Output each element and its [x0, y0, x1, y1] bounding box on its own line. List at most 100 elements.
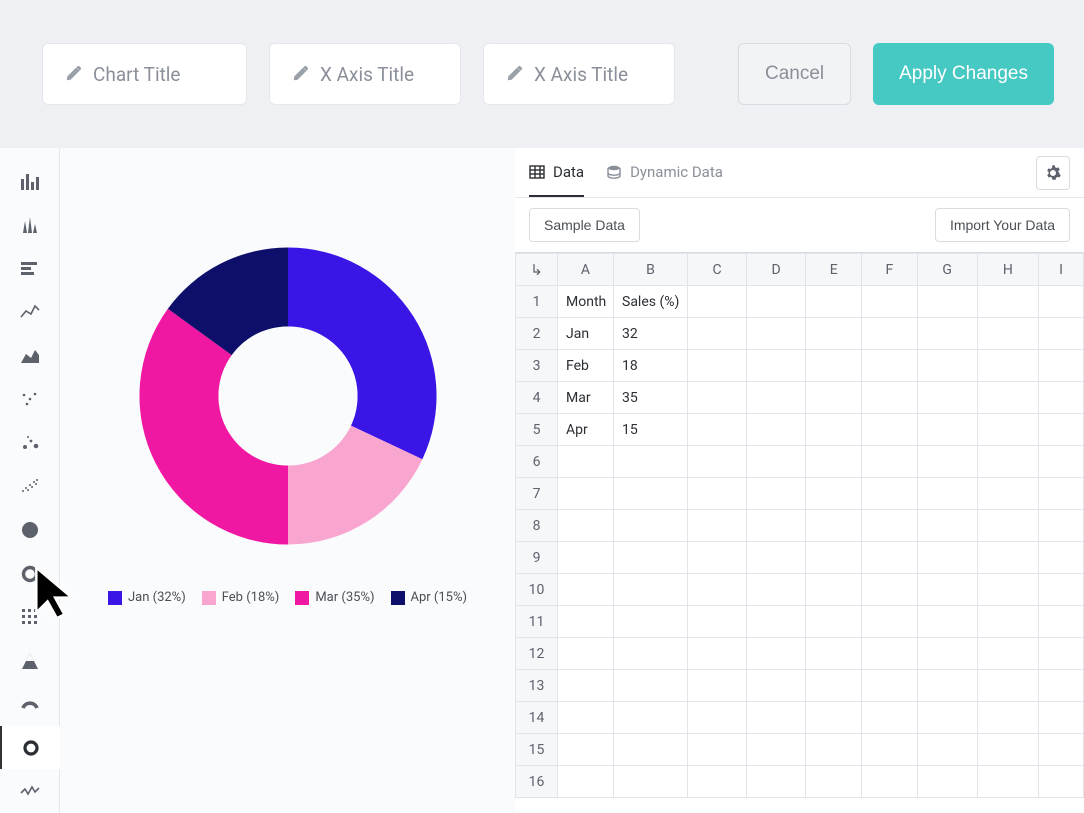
cell[interactable] — [917, 670, 977, 702]
cell[interactable] — [862, 670, 917, 702]
chart-type-pie[interactable] — [0, 508, 60, 552]
cell[interactable] — [977, 510, 1038, 542]
cell[interactable] — [747, 350, 806, 382]
cell[interactable] — [558, 638, 614, 670]
cell[interactable] — [806, 702, 862, 734]
cell[interactable] — [862, 446, 917, 478]
cell[interactable] — [688, 670, 747, 702]
cell[interactable] — [977, 574, 1038, 606]
cell[interactable] — [806, 478, 862, 510]
cell[interactable] — [747, 670, 806, 702]
cell[interactable] — [917, 382, 977, 414]
cell[interactable] — [614, 446, 688, 478]
cell[interactable] — [1039, 318, 1084, 350]
cell[interactable] — [558, 574, 614, 606]
cell[interactable] — [917, 510, 977, 542]
column-header[interactable]: A — [558, 254, 614, 286]
cell[interactable] — [1039, 510, 1084, 542]
cell[interactable] — [747, 414, 806, 446]
column-header[interactable]: B — [614, 254, 688, 286]
cell[interactable] — [688, 574, 747, 606]
cell[interactable] — [558, 734, 614, 766]
chart-type-scatter-dense[interactable] — [0, 465, 60, 509]
cell[interactable] — [917, 350, 977, 382]
row-header[interactable]: 5 — [516, 414, 558, 446]
cell[interactable] — [806, 670, 862, 702]
cell[interactable] — [862, 734, 917, 766]
cell[interactable]: Feb — [558, 350, 614, 382]
row-header[interactable]: 16 — [516, 766, 558, 798]
cell[interactable] — [862, 382, 917, 414]
cell[interactable]: 32 — [614, 318, 688, 350]
cell[interactable] — [806, 510, 862, 542]
cell[interactable] — [558, 446, 614, 478]
cell[interactable] — [747, 766, 806, 798]
y-axis-title-input[interactable]: X Axis Title — [483, 43, 675, 105]
cell[interactable] — [917, 478, 977, 510]
cell[interactable] — [977, 542, 1038, 574]
cell[interactable] — [688, 414, 747, 446]
cell[interactable] — [614, 478, 688, 510]
cell[interactable] — [688, 318, 747, 350]
cell[interactable] — [806, 574, 862, 606]
cell[interactable] — [747, 446, 806, 478]
x-axis-title-input[interactable]: X Axis Title — [269, 43, 461, 105]
cell[interactable] — [977, 446, 1038, 478]
cell[interactable] — [1039, 478, 1084, 510]
cell[interactable] — [1039, 574, 1084, 606]
cell[interactable] — [917, 606, 977, 638]
cell[interactable]: Sales (%) — [614, 286, 688, 318]
cell[interactable] — [747, 382, 806, 414]
cancel-button[interactable]: Cancel — [738, 43, 851, 105]
cell[interactable] — [862, 350, 917, 382]
cell[interactable] — [1039, 734, 1084, 766]
cell[interactable] — [688, 638, 747, 670]
cell[interactable] — [1039, 638, 1084, 670]
cell[interactable] — [806, 606, 862, 638]
column-header[interactable]: F — [862, 254, 917, 286]
cell[interactable] — [688, 446, 747, 478]
cell[interactable] — [977, 382, 1038, 414]
cell[interactable] — [688, 606, 747, 638]
cell[interactable] — [688, 510, 747, 542]
cell[interactable] — [806, 382, 862, 414]
cell[interactable] — [1039, 606, 1084, 638]
chart-type-ring[interactable] — [0, 726, 60, 770]
cell[interactable] — [977, 318, 1038, 350]
cell[interactable] — [806, 286, 862, 318]
tab-data[interactable]: Data — [529, 148, 584, 197]
chart-type-line[interactable] — [0, 291, 60, 335]
cell[interactable] — [862, 766, 917, 798]
cell[interactable] — [558, 670, 614, 702]
cell[interactable] — [917, 734, 977, 766]
column-header[interactable]: C — [688, 254, 747, 286]
cell[interactable] — [977, 286, 1038, 318]
cell[interactable] — [614, 510, 688, 542]
cell[interactable]: Apr — [558, 414, 614, 446]
cell[interactable] — [614, 670, 688, 702]
row-header[interactable]: 13 — [516, 670, 558, 702]
cell[interactable] — [747, 574, 806, 606]
cell[interactable]: 18 — [614, 350, 688, 382]
cell[interactable] — [614, 574, 688, 606]
chart-type-hbar[interactable] — [0, 247, 60, 291]
spreadsheet-grid[interactable]: ↳ABCDEFGHI1MonthSales (%)2Jan323Feb184Ma… — [515, 252, 1084, 813]
cell[interactable] — [917, 638, 977, 670]
cell[interactable] — [688, 286, 747, 318]
row-header[interactable]: 15 — [516, 734, 558, 766]
cell[interactable] — [747, 606, 806, 638]
import-data-button[interactable]: Import Your Data — [935, 208, 1070, 242]
cell[interactable] — [614, 702, 688, 734]
column-header[interactable]: D — [747, 254, 806, 286]
cell[interactable] — [977, 670, 1038, 702]
chart-type-scatter-sparse[interactable] — [0, 378, 60, 422]
cell[interactable] — [862, 702, 917, 734]
apply-changes-button[interactable]: Apply Changes — [873, 43, 1054, 105]
cell[interactable] — [688, 766, 747, 798]
cell[interactable] — [806, 638, 862, 670]
cell[interactable] — [614, 638, 688, 670]
cell[interactable] — [977, 350, 1038, 382]
cell[interactable] — [862, 574, 917, 606]
cell[interactable] — [747, 318, 806, 350]
row-header[interactable]: 6 — [516, 446, 558, 478]
